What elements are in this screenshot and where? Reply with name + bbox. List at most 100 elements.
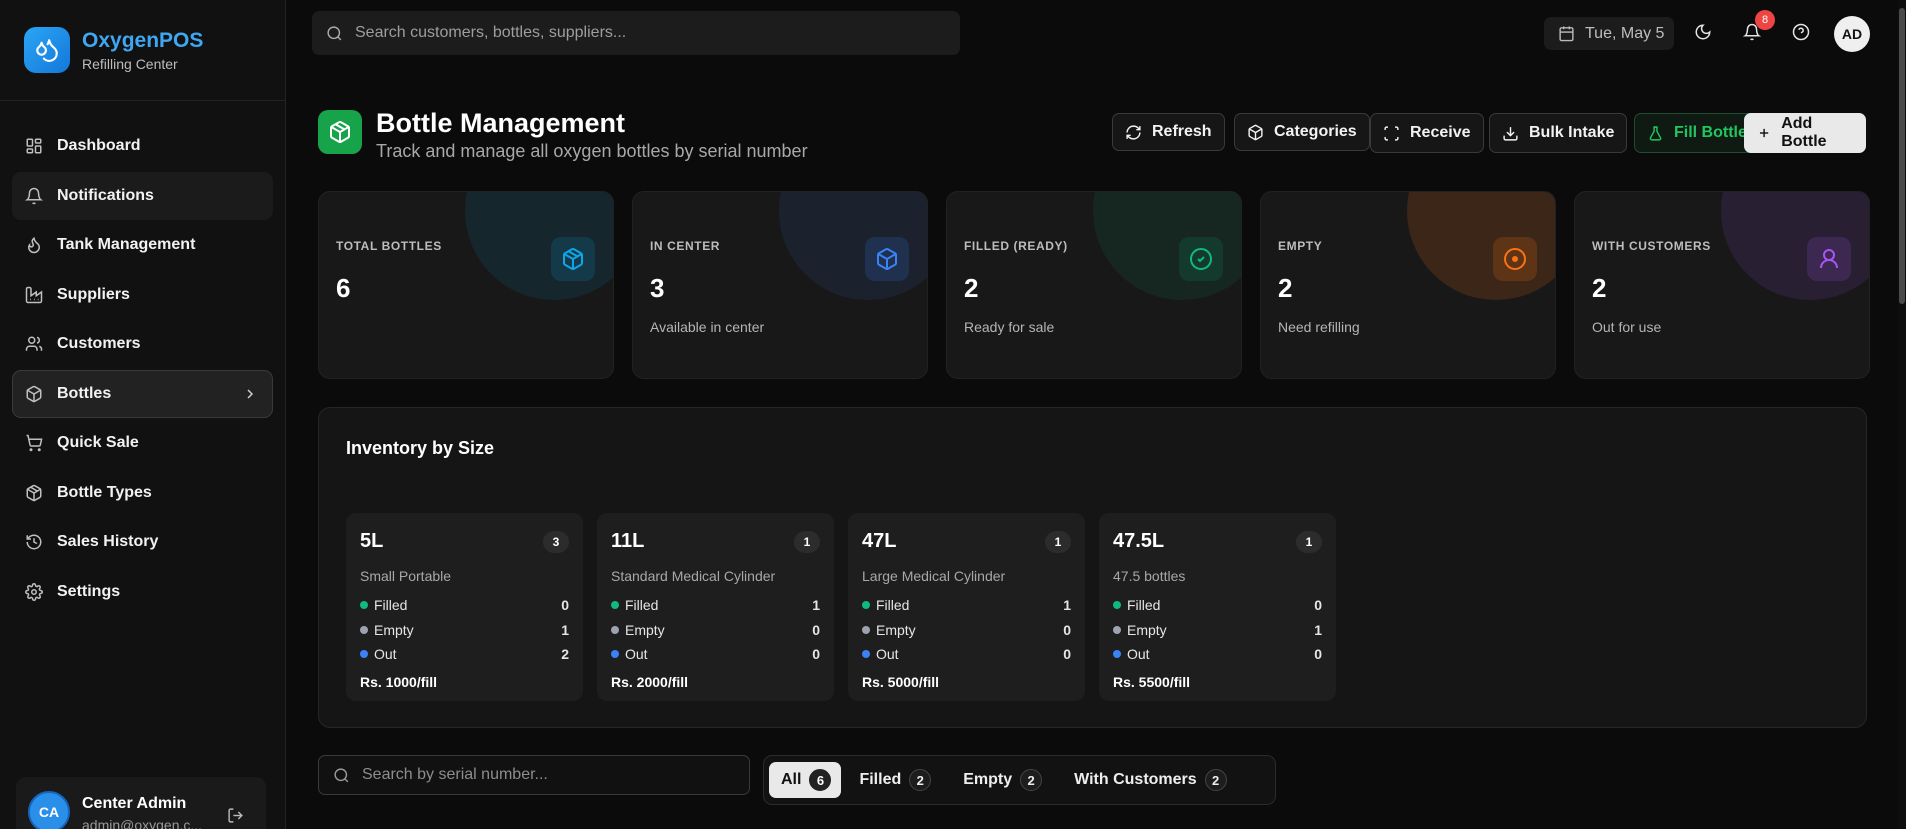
out-count: 0 (1314, 646, 1322, 662)
receive-label: Receive (1410, 124, 1471, 141)
search-icon (334, 767, 349, 782)
user-card[interactable]: CA Center Admin admin@oxygen.c... (16, 777, 266, 829)
out-count: 0 (812, 646, 820, 662)
topbar: Search customers, bottles, suppliers... … (286, 0, 1906, 66)
moon-icon[interactable] (1694, 23, 1712, 41)
empty-row: Empty 1 (1113, 620, 1322, 640)
flask-icon (1649, 125, 1662, 141)
box-icon (318, 110, 362, 154)
scrollbar-thumb[interactable] (1899, 8, 1905, 304)
serial-search-input[interactable]: Search by serial number... (318, 755, 750, 795)
sidebar-item-tank-management[interactable]: Tank Management (12, 221, 273, 269)
sidebar-item-label: Settings (57, 582, 121, 600)
size-count-badge: 3 (543, 531, 569, 553)
row-label: Filled (374, 597, 408, 613)
stat-card-filled[interactable]: FILLED (READY) 2 Ready for sale (946, 191, 1242, 379)
add-bottle-button[interactable]: Add Bottle (1744, 113, 1866, 153)
global-search-input[interactable]: Search customers, bottles, suppliers... (312, 11, 960, 55)
filled-row: Filled 1 (862, 595, 1071, 615)
section-title: Inventory by Size (346, 438, 495, 458)
tab-label: Empty (963, 771, 1013, 788)
stat-card-empty[interactable]: EMPTY 2 Need refilling (1260, 191, 1556, 379)
history-icon (26, 534, 42, 550)
sidebar-item-dashboard[interactable]: Dashboard (12, 122, 273, 170)
sidebar-item-quick-sale[interactable]: Quick Sale (12, 419, 273, 467)
bell-icon (25, 187, 43, 204)
size-description: Large Medical Cylinder (862, 568, 1006, 584)
sidebar-item-notifications[interactable]: Notifications (12, 171, 273, 220)
size-card-11l[interactable]: 11L 1 Standard Medical Cylinder Filled 1 … (597, 513, 834, 701)
user-name: Center Admin (82, 795, 187, 812)
categories-button[interactable]: Categories (1234, 113, 1370, 151)
logout-icon[interactable] (227, 807, 244, 824)
refresh-button[interactable]: Refresh (1112, 113, 1225, 151)
main-content: Search customers, bottles, suppliers... … (286, 0, 1906, 829)
sidebar-item-label: Suppliers (57, 285, 130, 303)
tab-all[interactable]: All 6 (769, 762, 842, 798)
calendar-icon (1559, 26, 1574, 42)
grid-icon (26, 138, 42, 154)
search-icon (327, 25, 342, 40)
sidebar-item-settings[interactable]: Settings (12, 568, 273, 616)
plus-icon (1759, 128, 1769, 138)
sidebar-item-sales-history[interactable]: Sales History (12, 518, 273, 566)
row-label: Empty (876, 622, 916, 638)
download-icon (1503, 126, 1518, 141)
categories-label: Categories (1274, 123, 1357, 140)
date-text: Tue, May 5 (1585, 24, 1665, 42)
stat-value: 6 (336, 273, 351, 303)
bulk-intake-label: Bulk Intake (1529, 124, 1615, 141)
sidebar-item-bottle-types[interactable]: Bottle Types (12, 469, 273, 517)
stat-label: FILLED (READY) (964, 239, 1068, 253)
cart-icon (26, 434, 43, 452)
stat-label: WITH CUSTOMERS (1592, 239, 1711, 253)
status-filter-tabs: All 6 Filled 2 Empty 2 With Customers 2 (763, 755, 1276, 805)
date-display[interactable]: Tue, May 5 (1544, 17, 1674, 50)
size-card-47l[interactable]: 47L 1 Large Medical Cylinder Filled 1 Emp… (848, 513, 1085, 701)
receive-button[interactable]: Receive (1370, 113, 1484, 153)
filled-row: Filled 1 (611, 595, 820, 615)
help-icon[interactable] (1792, 23, 1810, 41)
row-label: Out (625, 646, 648, 662)
sidebar-item-label: Bottle Types (57, 483, 152, 501)
page-header: Bottle Management Track and manage all o… (318, 108, 1866, 166)
row-label: Out (876, 646, 899, 662)
sidebar-item-label: Customers (57, 335, 141, 352)
sidebar-item-label: Quick Sale (57, 434, 139, 451)
tab-label: With Customers (1074, 771, 1197, 788)
empty-count: 1 (1314, 622, 1322, 638)
tab-empty[interactable]: Empty 2 (949, 762, 1056, 798)
stat-note: Ready for sale (964, 319, 1055, 335)
brand[interactable]: OxygenPOS Refilling Center (0, 0, 285, 101)
sidebar-item-customers[interactable]: Customers (12, 320, 273, 368)
stat-value: 2 (1592, 273, 1607, 303)
stat-card-total-bottles[interactable]: TOTAL BOTTLES 6 (318, 191, 614, 379)
page-subtitle: Track and manage all oxygen bottles by s… (376, 141, 808, 161)
row-label: Filled (876, 597, 910, 613)
size-price: Rs. 5500/fill (1113, 674, 1191, 690)
page-scrollbar[interactable] (1898, 0, 1906, 829)
sidebar-item-bottles[interactable]: Bottles (12, 369, 273, 418)
stat-value: 2 (1278, 273, 1293, 303)
sidebar-item-label: Dashboard (57, 137, 141, 154)
stat-note: Need refilling (1278, 319, 1360, 335)
tab-with-customers[interactable]: With Customers 2 (1060, 762, 1241, 798)
flame-icon (27, 236, 41, 254)
size-card-5l[interactable]: 5L 3 Small Portable Filled 0 Empty 1 Out 2 … (346, 513, 583, 701)
sidebar-item-suppliers[interactable]: Suppliers (12, 271, 273, 319)
size-count-badge: 1 (794, 531, 820, 553)
serial-search-placeholder: Search by serial number... (362, 766, 548, 783)
bulk-intake-button[interactable]: Bulk Intake (1489, 113, 1628, 153)
size-card-47-5l[interactable]: 47.5L 1 47.5 bottles Filled 0 Empty 1 Out 0… (1099, 513, 1336, 701)
stats-row: TOTAL BOTTLES 6 IN CENTER 3 Available in… (318, 191, 1870, 379)
stat-card-with-customers[interactable]: WITH CUSTOMERS 2 Out for use (1574, 191, 1870, 379)
out-row: Out 2 (360, 644, 569, 664)
tab-filled[interactable]: Filled 2 (845, 762, 945, 798)
box-icon (26, 385, 42, 402)
refresh-label: Refresh (1152, 123, 1212, 140)
size-price: Rs. 1000/fill (360, 674, 438, 690)
inventory-by-size-panel: Inventory by Size 5L 3 Small Portable Fi… (318, 407, 1867, 728)
row-label: Out (374, 646, 397, 662)
user-avatar[interactable]: AD (1834, 16, 1870, 52)
stat-card-in-center[interactable]: IN CENTER 3 Available in center (632, 191, 928, 379)
